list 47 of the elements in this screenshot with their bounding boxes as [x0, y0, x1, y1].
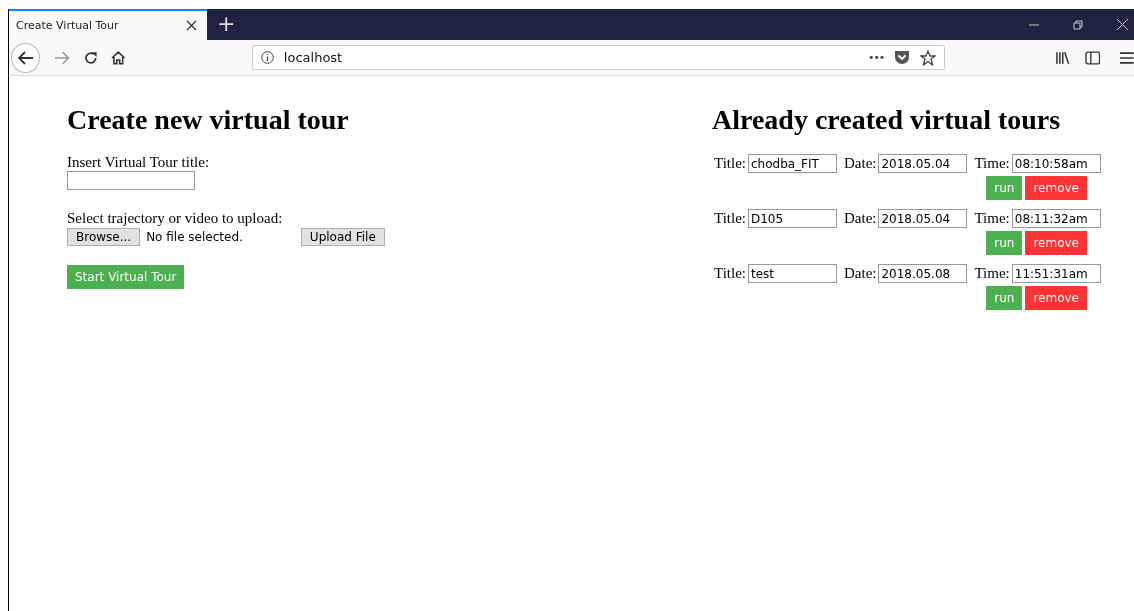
- field-label: Time:: [974, 155, 1010, 172]
- tab-title: Create Virtual Tour: [16, 19, 119, 32]
- title-input-field[interactable]: [67, 171, 195, 190]
- remove-button[interactable]: remove: [1025, 176, 1087, 200]
- title-field[interactable]: D105: [747, 209, 837, 228]
- new-tab-button[interactable]: +: [207, 9, 246, 40]
- info-icon[interactable]: [260, 51, 274, 64]
- date-field[interactable]: 2018.05.08: [878, 264, 968, 283]
- date-field[interactable]: 2018.05.04: [878, 154, 968, 173]
- remove-button[interactable]: remove: [1025, 231, 1087, 255]
- field-label: Select trajectory or video to upload:: [67, 210, 284, 227]
- field-label: Title:: [714, 265, 746, 282]
- file-status: No file selected.: [146, 230, 243, 244]
- reload-icon[interactable]: [83, 50, 98, 65]
- field-label: Time:: [974, 210, 1010, 227]
- time-field[interactable]: 08:11:32am: [1011, 209, 1101, 228]
- title-field[interactable]: chodba_FIT: [747, 154, 837, 173]
- upload-file-button[interactable]: Upload File: [300, 228, 385, 246]
- page-actions-button[interactable]: •••: [867, 51, 885, 64]
- section-heading: Already created virtual tours: [712, 104, 1062, 136]
- field-label: Title:: [714, 155, 746, 172]
- address-bar[interactable]: localhost •••: [251, 45, 946, 70]
- restore-icon[interactable]: [1073, 19, 1083, 30]
- time-field[interactable]: 08:10:58am: [1011, 154, 1101, 173]
- field-label: Date:: [843, 210, 877, 227]
- sidebar-icon[interactable]: [1084, 50, 1101, 65]
- url-text: localhost: [283, 50, 344, 65]
- back-arrow-icon: [17, 50, 34, 65]
- date-field[interactable]: 2018.05.04: [878, 209, 968, 228]
- browser-tab[interactable]: Create Virtual Tour: [9, 9, 207, 40]
- field-label: Title:: [714, 210, 746, 227]
- time-field[interactable]: 11:51:31am: [1011, 264, 1101, 283]
- close-icon[interactable]: [186, 20, 197, 31]
- remove-button[interactable]: remove: [1025, 286, 1087, 310]
- field-label: Insert Virtual Tour title:: [67, 154, 211, 171]
- field-label: Date:: [843, 155, 877, 172]
- home-icon[interactable]: [111, 50, 126, 65]
- field-label: Date:: [843, 265, 877, 282]
- star-icon[interactable]: [920, 49, 937, 66]
- browse-button[interactable]: Browse...: [67, 228, 141, 246]
- title-field[interactable]: test: [747, 264, 837, 283]
- back-button[interactable]: [11, 42, 41, 73]
- pocket-icon[interactable]: [894, 50, 911, 65]
- menu-icon[interactable]: [1120, 51, 1134, 64]
- library-icon[interactable]: [1055, 50, 1071, 65]
- page-heading: Create new virtual tour: [67, 104, 350, 136]
- field-label: Time:: [974, 265, 1010, 282]
